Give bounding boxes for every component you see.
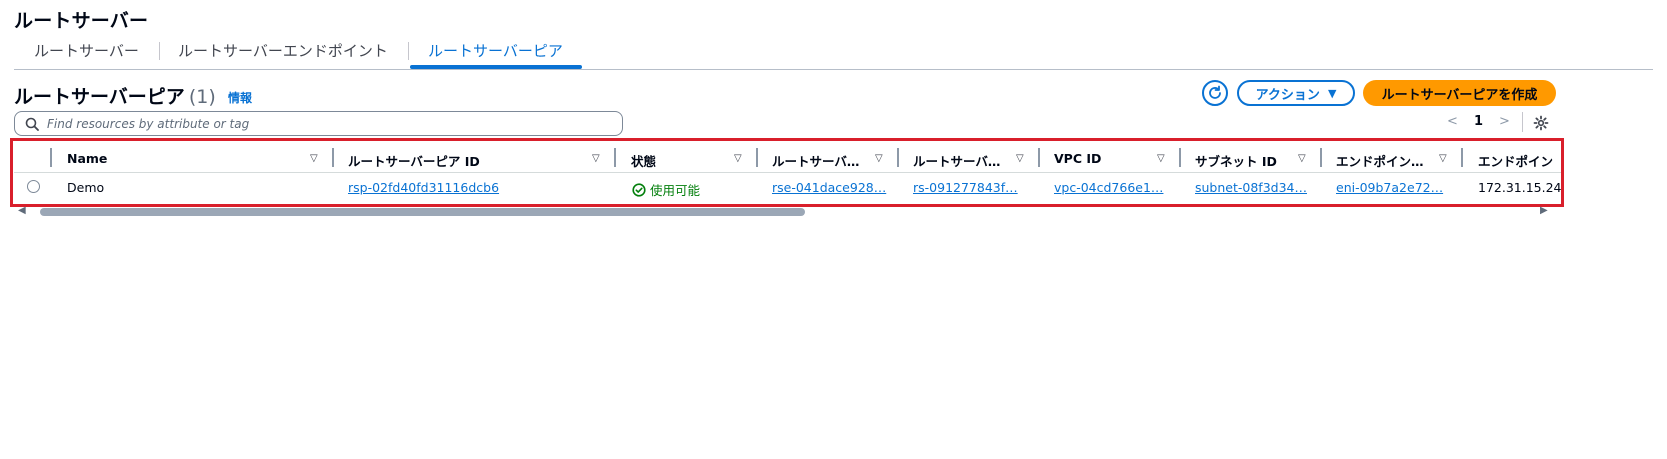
- actions-label: アクション: [1255, 87, 1320, 103]
- column-divider[interactable]: [1461, 148, 1463, 167]
- row-select-radio[interactable]: [27, 180, 40, 193]
- column-header-name[interactable]: Name: [67, 151, 107, 166]
- column-header-endpoint-id[interactable]: ルートサーバ…: [772, 151, 859, 170]
- info-link[interactable]: 情報: [228, 89, 252, 106]
- page-title: ルートサーバー: [14, 10, 149, 32]
- refresh-button[interactable]: [1202, 80, 1228, 106]
- sort-icon[interactable]: ▽: [592, 153, 600, 164]
- cell-endpoint-ip: 172.31.15.24: [1478, 180, 1562, 195]
- sort-icon[interactable]: ▽: [1439, 153, 1447, 164]
- column-header-server-id[interactable]: ルートサーバ…: [913, 151, 1000, 170]
- tab-divider: [159, 42, 160, 60]
- next-page-button[interactable]: >: [1499, 114, 1510, 129]
- tab-route-server-peers[interactable]: ルートサーバーピア: [428, 40, 563, 61]
- column-header-peer-id[interactable]: ルートサーバーピア ID: [348, 151, 480, 170]
- check-circle-icon: [632, 182, 646, 197]
- sort-icon[interactable]: ▽: [1016, 153, 1024, 164]
- status-text: 使用可能: [650, 183, 701, 198]
- sort-icon[interactable]: ▽: [875, 153, 883, 164]
- row-divider: [14, 172, 1561, 173]
- search-box: [14, 111, 623, 136]
- column-divider[interactable]: [614, 148, 616, 167]
- tab-divider: [408, 42, 409, 60]
- create-peer-button[interactable]: ルートサーバーピアを作成: [1363, 80, 1556, 106]
- search-input[interactable]: [45, 115, 609, 132]
- column-divider[interactable]: [1179, 148, 1181, 167]
- actions-dropdown-button[interactable]: アクション ▼: [1237, 80, 1355, 106]
- sort-icon[interactable]: ▽: [310, 153, 318, 164]
- column-header-endpoint-ip[interactable]: エンドポイン: [1478, 151, 1553, 170]
- item-count: (1): [188, 86, 216, 108]
- column-header-subnet-id[interactable]: サブネット ID: [1195, 151, 1277, 170]
- column-divider[interactable]: [1320, 148, 1322, 167]
- column-header-eni-id[interactable]: エンドポイン…: [1336, 151, 1424, 170]
- section-title: ルートサーバーピア (1): [14, 82, 216, 109]
- sort-icon[interactable]: ▽: [1157, 153, 1165, 164]
- cell-status: 使用可能: [632, 180, 700, 199]
- cell-endpoint-id-link[interactable]: rse-041dace928…: [772, 180, 886, 195]
- cell-eni-id-link[interactable]: eni-09b7a2e72…: [1336, 180, 1443, 195]
- scroll-right-arrow[interactable]: ▶: [1540, 205, 1548, 216]
- scroll-left-arrow[interactable]: ◀: [18, 205, 26, 216]
- cell-server-id-link[interactable]: rs-091277843f…: [913, 180, 1018, 195]
- refresh-icon: [1209, 85, 1221, 99]
- column-header-vpc-id[interactable]: VPC ID: [1054, 151, 1101, 166]
- tab-bar: ルートサーバー ルートサーバーエンドポイント ルートサーバーピア: [14, 36, 1653, 70]
- column-divider[interactable]: [756, 148, 758, 167]
- caret-down-icon: ▼: [1327, 86, 1337, 100]
- column-divider: [50, 148, 52, 167]
- tab-route-servers[interactable]: ルートサーバー: [34, 40, 139, 61]
- gear-icon[interactable]: [1533, 115, 1549, 131]
- active-tab-indicator: [410, 65, 582, 69]
- sort-icon[interactable]: ▽: [1298, 153, 1306, 164]
- cell-name: Demo: [67, 180, 105, 195]
- cell-peer-id-link[interactable]: rsp-02fd40fd31116dcb6: [348, 180, 499, 195]
- horizontal-scrollbar[interactable]: [40, 208, 805, 216]
- column-header-status[interactable]: 状態: [631, 151, 656, 170]
- sort-icon[interactable]: ▽: [734, 153, 742, 164]
- cell-subnet-id-link[interactable]: subnet-08f3d34…: [1195, 180, 1307, 195]
- column-divider[interactable]: [332, 148, 334, 167]
- section-title-text: ルートサーバーピア: [14, 86, 185, 108]
- column-divider[interactable]: [1038, 148, 1040, 167]
- pager-divider: [1522, 112, 1523, 132]
- current-page[interactable]: 1: [1474, 114, 1483, 129]
- search-icon: [25, 117, 39, 131]
- column-divider[interactable]: [897, 148, 899, 167]
- prev-page-button[interactable]: <: [1447, 114, 1458, 129]
- cell-vpc-id-link[interactable]: vpc-04cd766e1…: [1054, 180, 1163, 195]
- tab-route-server-endpoints[interactable]: ルートサーバーエンドポイント: [178, 40, 388, 61]
